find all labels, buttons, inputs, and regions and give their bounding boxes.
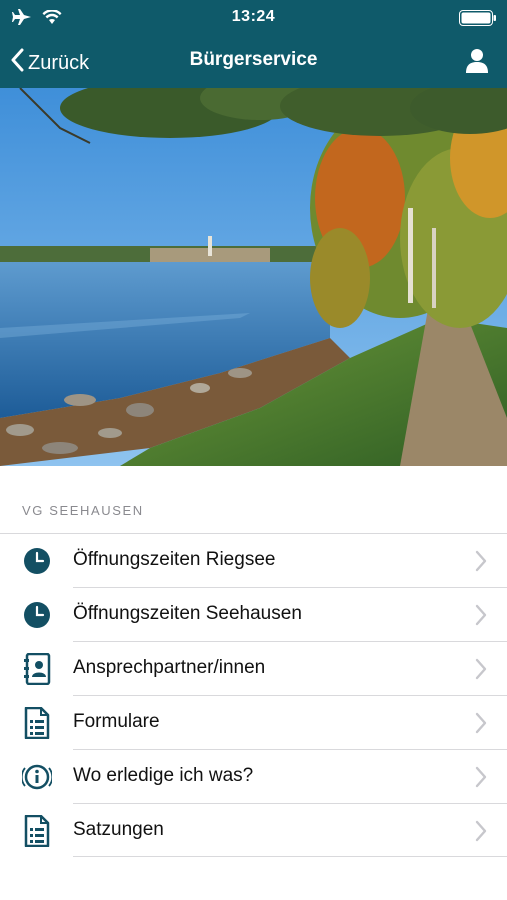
battery-icon bbox=[459, 10, 497, 31]
clock-icon bbox=[22, 546, 52, 576]
navigation-bar: Zurück Bürgerservice bbox=[0, 36, 507, 88]
chevron-right-icon bbox=[475, 766, 487, 793]
list-item-oeffnungszeiten-seehausen[interactable]: Öffnungszeiten Seehausen bbox=[0, 587, 507, 641]
page-title: Bürgerservice bbox=[189, 49, 318, 70]
document-icon bbox=[22, 707, 52, 739]
service-list: Öffnungszeiten Riegsee Öffnungszeiten Se… bbox=[0, 533, 507, 857]
chevron-right-icon bbox=[475, 604, 487, 631]
document-icon bbox=[22, 815, 52, 847]
chevron-right-icon bbox=[475, 658, 487, 685]
list-item-label: Wo erledige ich was? bbox=[73, 765, 254, 786]
info-icon bbox=[22, 762, 52, 792]
chevron-right-icon bbox=[475, 820, 487, 847]
status-bar: 13:24 bbox=[0, 0, 507, 36]
list-item-label: Satzungen bbox=[73, 819, 164, 840]
list-item-label: Formulare bbox=[73, 711, 160, 732]
list-item-label: Öffnungszeiten Riegsee bbox=[73, 549, 276, 570]
list-item-label: Öffnungszeiten Seehausen bbox=[73, 603, 302, 624]
clock-icon bbox=[22, 600, 52, 630]
section-header: VG SEEHAUSEN bbox=[22, 503, 144, 518]
list-item-label: Ansprechpartner/innen bbox=[73, 657, 266, 678]
list-item-formulare[interactable]: Formulare bbox=[0, 695, 507, 749]
list-item-wo-erledige-ich-was[interactable]: Wo erledige ich was? bbox=[0, 749, 507, 803]
list-item-satzungen[interactable]: Satzungen bbox=[0, 803, 507, 857]
list-item-oeffnungszeiten-riegsee[interactable]: Öffnungszeiten Riegsee bbox=[0, 533, 507, 587]
chevron-right-icon bbox=[475, 712, 487, 739]
hero-image bbox=[0, 88, 507, 466]
contacts-book-icon bbox=[22, 653, 52, 685]
lake-landscape-illustration bbox=[0, 88, 507, 466]
user-icon[interactable] bbox=[465, 48, 489, 79]
list-item-ansprechpartner[interactable]: Ansprechpartner/innen bbox=[0, 641, 507, 695]
chevron-right-icon bbox=[475, 550, 487, 577]
status-time: 13:24 bbox=[231, 8, 276, 25]
